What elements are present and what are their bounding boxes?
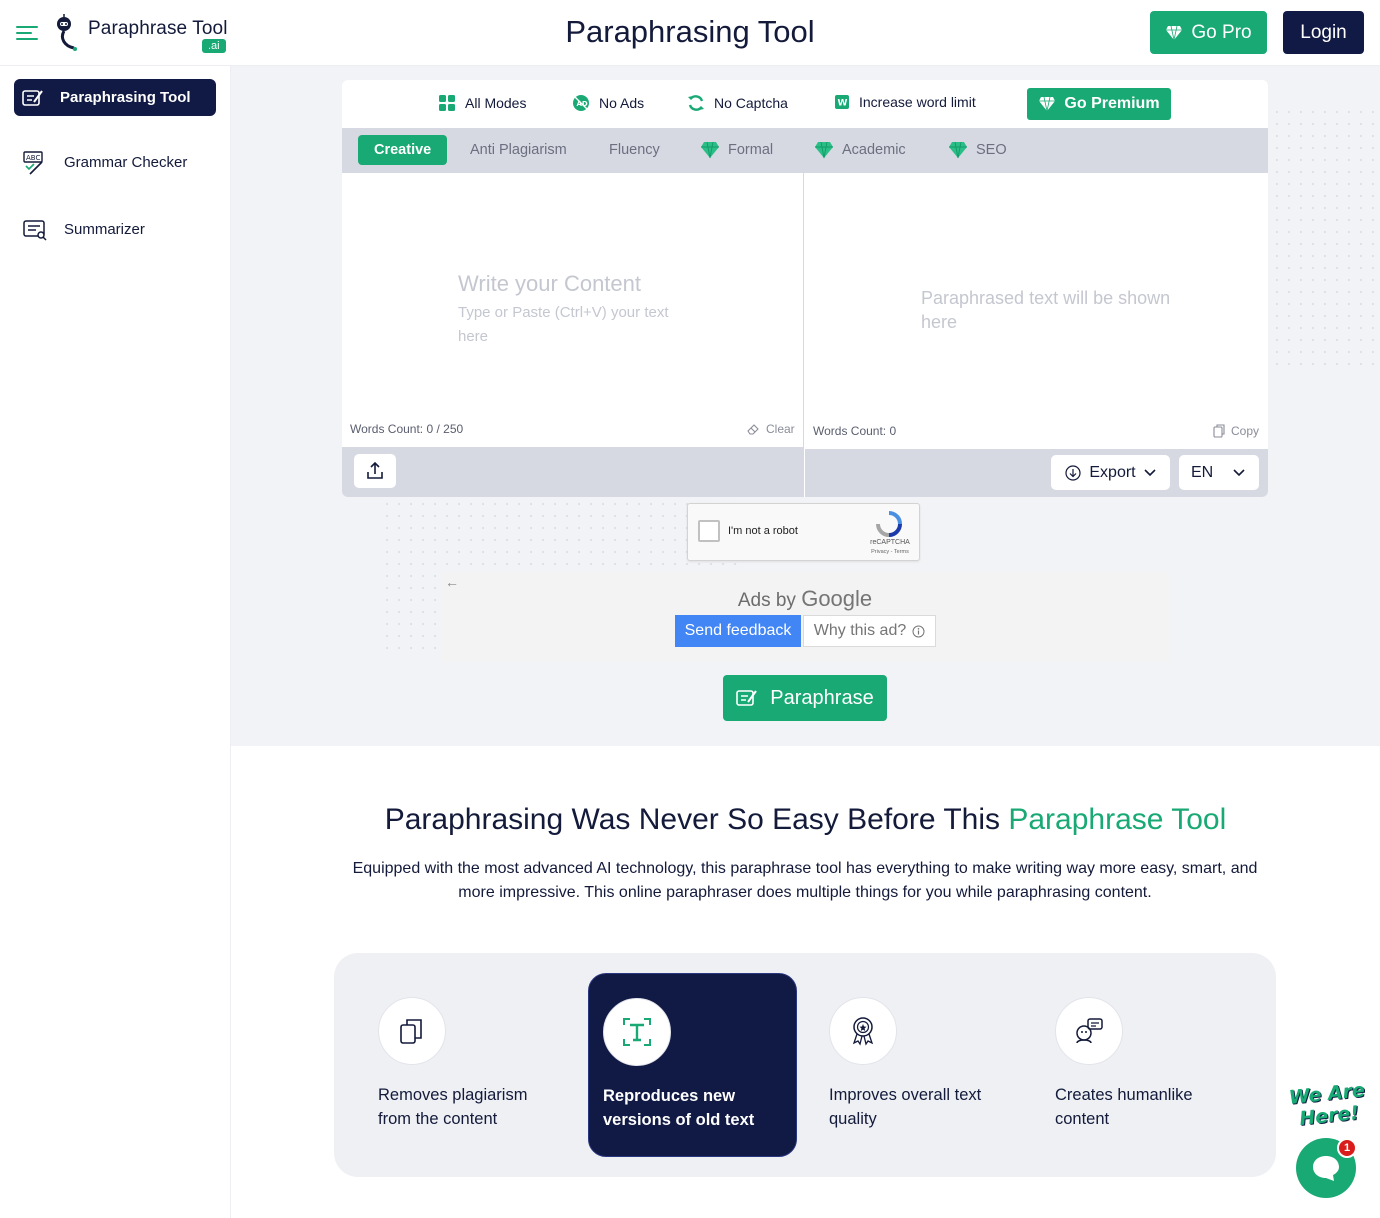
recaptcha-logo-icon <box>876 511 902 537</box>
svg-text:W: W <box>838 99 848 109</box>
language-dropdown[interactable]: EN <box>1179 455 1259 490</box>
ads-by-google: Ads by Google <box>737 586 873 611</box>
language-label: EN <box>1191 463 1214 481</box>
output-placeholder: Paraphrased text will be shown here <box>921 288 1171 332</box>
feature-no-ads: AD No Ads <box>572 94 644 112</box>
feature-card: Removes plagiarism from the content <box>334 973 543 1157</box>
go-premium-button[interactable]: Go Premium <box>1027 88 1171 120</box>
export-label: Export <box>1089 463 1136 481</box>
output-toolbar: Export EN <box>805 449 1268 497</box>
tab-creative[interactable]: Creative <box>358 135 448 165</box>
sidebar-item-summarizer[interactable]: Summarizer <box>14 211 216 248</box>
feature-word-limit: W Increase word limit <box>834 94 976 110</box>
premium-diamond-icon <box>701 141 719 159</box>
grid-icon <box>439 95 455 111</box>
copy-pages-icon <box>378 997 446 1065</box>
section-description: Equipped with the most advanced AI techn… <box>352 860 1258 901</box>
output-words-count: Words Count: 0 <box>813 424 897 438</box>
chevron-down-icon <box>1144 468 1156 476</box>
input-placeholder-title: Write your Content <box>458 271 642 296</box>
feature-cards: Removes plagiarism from the content Repr… <box>334 953 1276 1177</box>
logo-badge: .ai <box>202 39 226 53</box>
feature-all-modes: All Modes <box>438 94 526 112</box>
sidebar-item-label: Summarizer <box>64 221 145 238</box>
why-this-ad-button[interactable]: Why this ad? <box>803 615 936 647</box>
feature-no-captcha: No Captcha <box>687 94 788 112</box>
go-pro-label: Go Pro <box>1191 21 1252 43</box>
top-header: Paraphrase Tool .ai Paraphrasing Tool Go… <box>0 0 1380 66</box>
sidebar-item-label: Grammar Checker <box>64 154 188 171</box>
feature-card: Improves overall text quality <box>785 973 994 1157</box>
tab-fluency[interactable]: Fluency <box>609 135 660 165</box>
grammar-icon: ABC <box>23 150 43 175</box>
output-text-area: Paraphrased text will be shown here Word… <box>805 173 1268 449</box>
diamond-icon <box>1039 96 1056 112</box>
input-text-area[interactable]: Write your Content Type or Paste (Ctrl+V… <box>342 173 804 447</box>
mode-tabs: Creative Anti Plagiarism Fluency Formal … <box>342 128 1268 173</box>
recaptcha-brand: reCAPTCHA <box>870 539 910 546</box>
ad-slot: ← Ads by Google Send feedback Why this a… <box>441 572 1169 662</box>
sidebar-item-label: Paraphrasing Tool <box>60 89 191 106</box>
robot-logo-icon <box>57 14 77 51</box>
feature-card-text: Improves overall text quality <box>829 1086 982 1128</box>
sidebar-item-paraphrasing-tool[interactable]: Paraphrasing Tool <box>14 79 216 116</box>
upload-button[interactable] <box>354 454 396 488</box>
feature-card-highlighted: Reproduces new versions of old text <box>588 973 797 1157</box>
logo[interactable]: Paraphrase Tool .ai <box>54 12 234 56</box>
recaptcha-widget: I'm not a robot reCAPTCHA Privacy - Term… <box>687 503 920 561</box>
paraphrase-icon <box>736 690 758 706</box>
premium-diamond-icon <box>815 141 833 159</box>
recaptcha-terms[interactable]: Privacy - Terms <box>864 549 916 555</box>
copy-button[interactable]: Copy <box>1213 424 1259 438</box>
input-placeholder-subtitle: Type or Paste (Ctrl+V) your text here <box>458 304 669 345</box>
section-heading: Paraphrasing Was Never So Easy Before Th… <box>384 803 1227 836</box>
word-limit-icon: W <box>835 95 849 109</box>
sidebar: Paraphrasing Tool ABC Grammar Checker Su… <box>0 66 231 1218</box>
login-button[interactable]: Login <box>1283 11 1364 54</box>
text-frame-icon <box>603 998 671 1066</box>
refresh-icon <box>688 95 704 111</box>
feature-card-text: Creates humanlike content <box>1055 1086 1193 1128</box>
copy-icon <box>1213 424 1225 438</box>
paraphrase-tool-panel: All Modes AD No Ads No Captcha W Increas… <box>342 80 1268 497</box>
sidebar-item-grammar-checker[interactable]: ABC Grammar Checker <box>14 144 216 181</box>
tab-academic[interactable]: Academic <box>814 135 906 165</box>
chevron-down-icon <box>1233 468 1245 476</box>
input-toolbar <box>342 447 804 497</box>
export-dropdown[interactable]: Export <box>1051 455 1170 490</box>
input-words-count: Words Count: 0 / 250 <box>350 422 464 436</box>
paraphrase-button[interactable]: Paraphrase <box>723 675 887 721</box>
chat-icon <box>1313 1156 1339 1181</box>
feature-bar: All Modes AD No Ads No Captcha W Increas… <box>342 80 1268 128</box>
recaptcha-label: I'm not a robot <box>728 525 798 537</box>
svg-text:ABC: ABC <box>26 154 40 162</box>
logo-text: Paraphrase Tool <box>88 18 228 39</box>
tab-formal[interactable]: Formal <box>700 135 773 165</box>
diamond-icon <box>1166 25 1183 40</box>
tab-seo[interactable]: SEO <box>948 135 1007 165</box>
recaptcha-checkbox[interactable] <box>698 520 720 542</box>
upload-icon <box>367 461 383 479</box>
info-icon <box>912 625 925 637</box>
menu-icon[interactable] <box>16 24 40 42</box>
premium-diamond-icon <box>949 141 967 159</box>
tab-anti-plagiarism[interactable]: Anti Plagiarism <box>470 135 567 165</box>
chat-label[interactable]: We Are Here! <box>1284 1079 1372 1132</box>
eraser-icon <box>747 424 759 435</box>
send-feedback-button[interactable]: Send feedback <box>675 615 801 647</box>
no-ads-icon: AD <box>573 95 589 111</box>
download-icon <box>1065 464 1081 481</box>
summarizer-icon <box>23 219 47 241</box>
unread-badge: 1 <box>1337 1138 1357 1158</box>
paraphrase-icon <box>22 89 43 106</box>
feature-card-text: Reproduces new versions of old text <box>603 1087 755 1129</box>
go-pro-button[interactable]: Go Pro <box>1150 11 1267 54</box>
feature-card: Creates humanlike content <box>1011 973 1220 1157</box>
human-chat-icon <box>1055 997 1123 1065</box>
award-badge-icon <box>829 997 897 1065</box>
clear-button[interactable]: Clear <box>746 422 795 436</box>
feature-card-text: Removes plagiarism from the content <box>378 1086 528 1128</box>
